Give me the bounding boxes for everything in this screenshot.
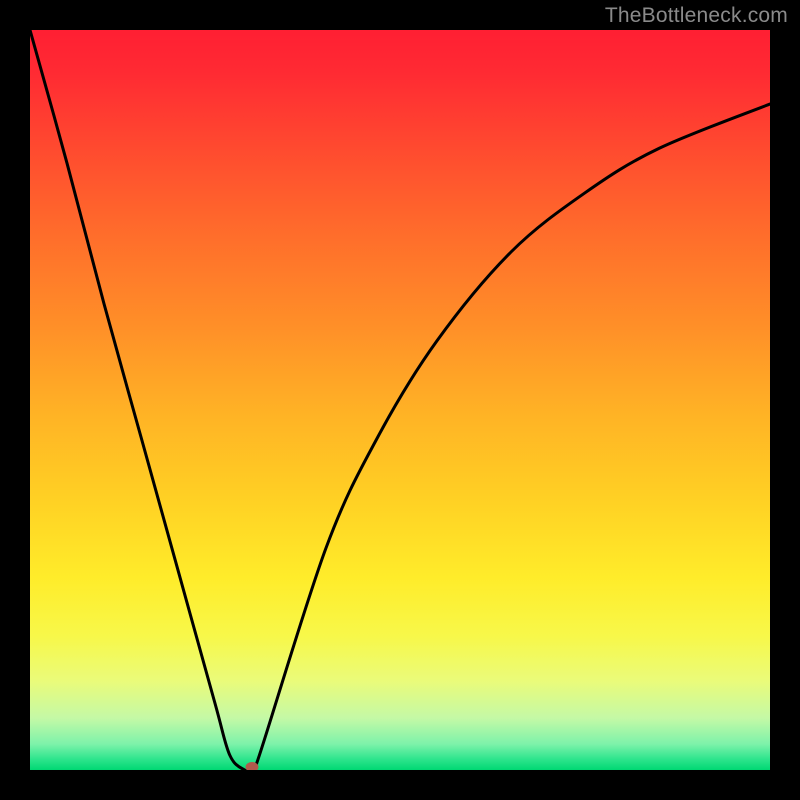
bottleneck-curve-chart — [30, 30, 770, 770]
watermark-text: TheBottleneck.com — [605, 4, 788, 28]
chart-frame: TheBottleneck.com — [0, 0, 800, 800]
chart-plot-area — [30, 30, 770, 770]
